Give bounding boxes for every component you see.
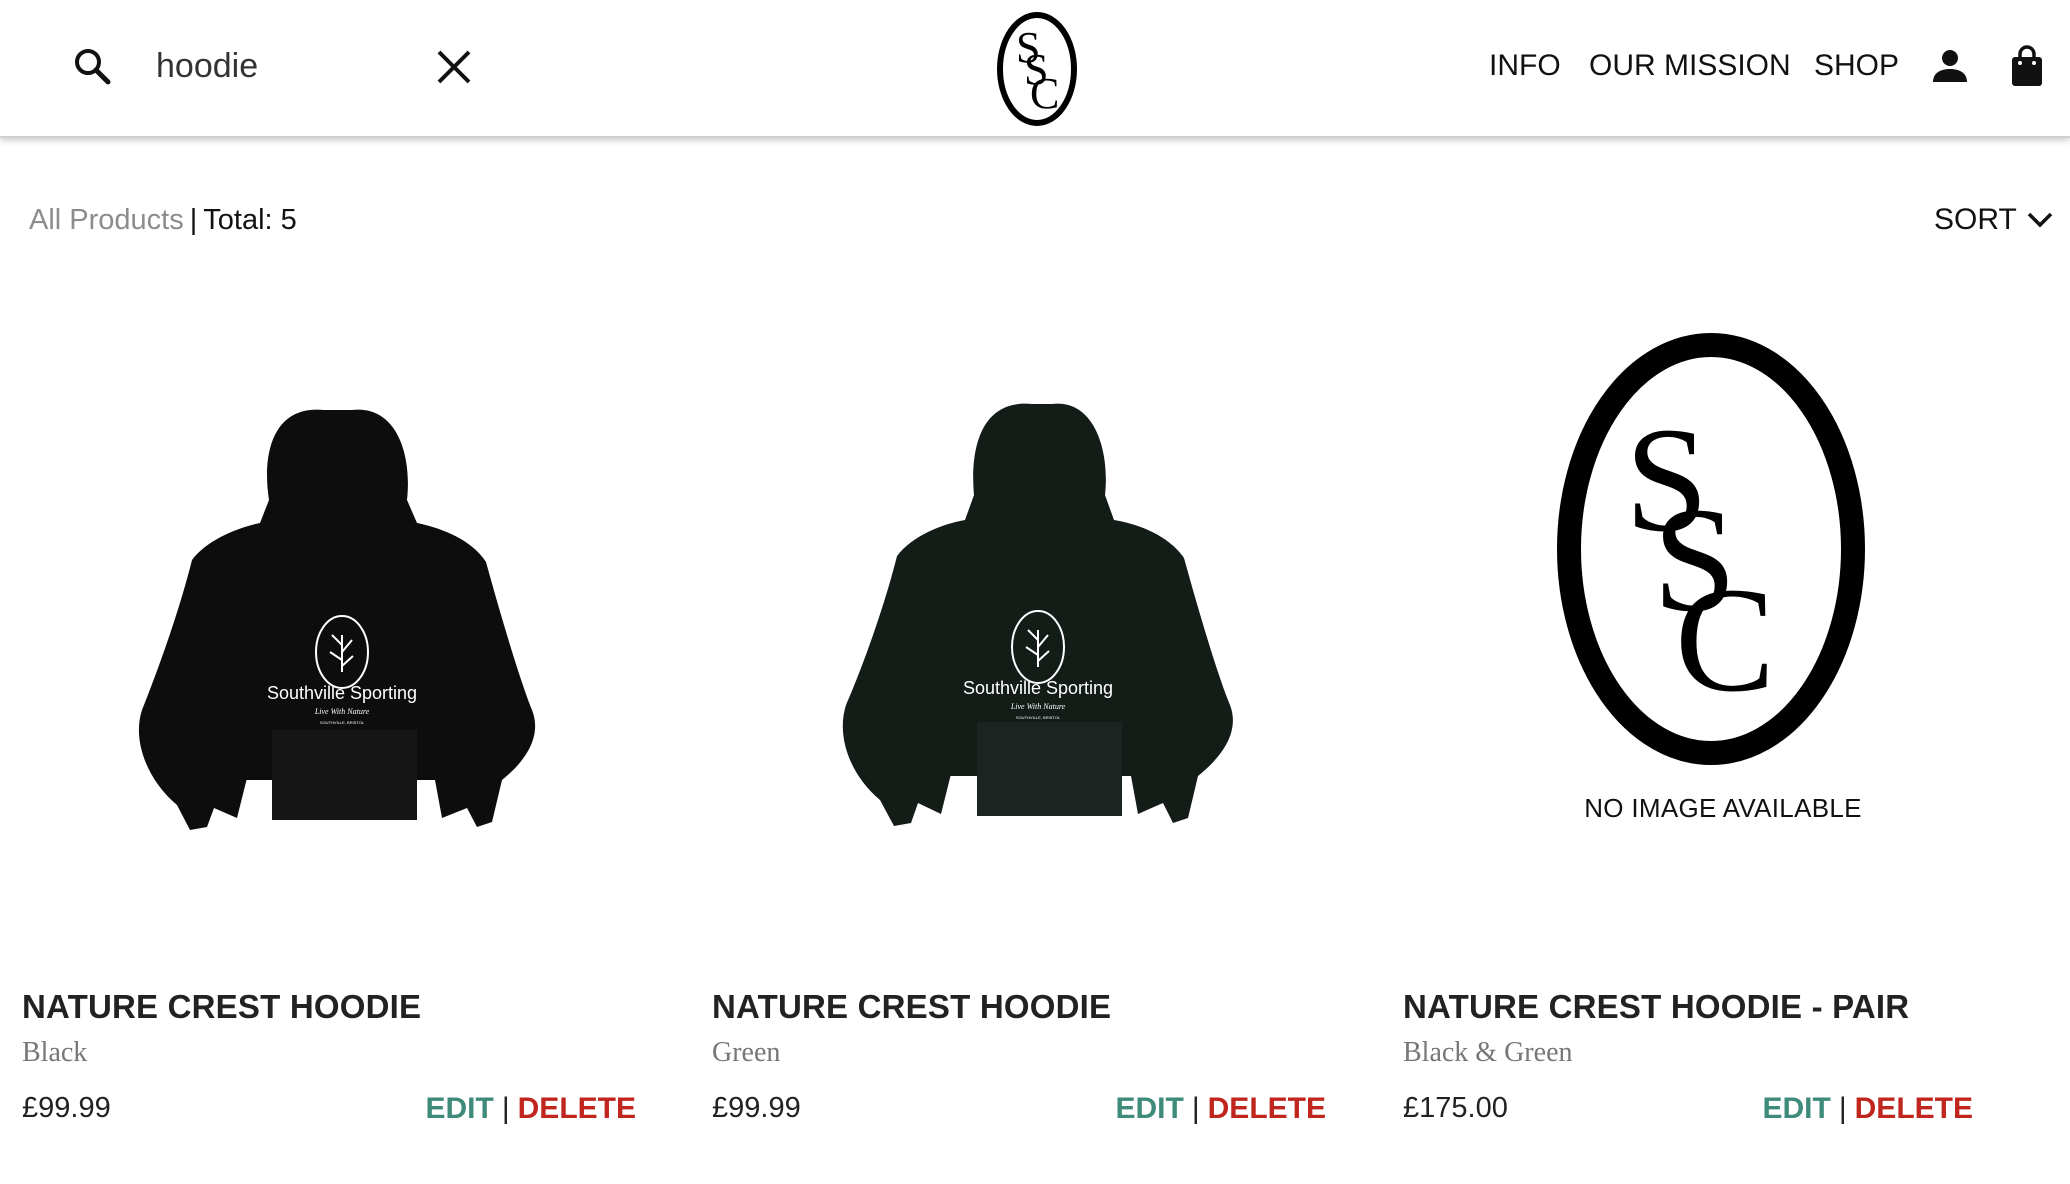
results-total: Total: 5 — [203, 204, 297, 236]
product-price: £175.00 — [1403, 1092, 1508, 1124]
nav-our-mission[interactable]: OUR MISSION — [1589, 44, 1791, 88]
product-card: Southville Sporting Live With Nature SOU… — [22, 300, 662, 1160]
product-actions: EDIT | DELETE — [1763, 1092, 1974, 1126]
product-price: £99.99 — [712, 1092, 801, 1124]
product-name[interactable]: NATURE CREST HOODIE — [712, 988, 1111, 1026]
print-brand: Southville Sporting — [963, 678, 1113, 698]
search-input[interactable]: hoodie — [156, 44, 258, 88]
product-actions: EDIT | DELETE — [426, 1092, 637, 1126]
product-image[interactable]: Southville Sporting Live With Nature SOU… — [712, 300, 1352, 920]
breadcrumb-all-products[interactable]: All Products — [29, 204, 184, 236]
close-icon[interactable] — [434, 47, 474, 87]
action-separator: | — [501, 1092, 510, 1125]
no-image-label: NO IMAGE AVAILABLE — [1584, 793, 1862, 823]
chevron-down-icon — [2027, 212, 2053, 228]
print-location: SOUTHVILLE, BRISTOL — [320, 720, 365, 725]
product-price: £99.99 — [22, 1092, 111, 1124]
product-color: Green — [712, 1037, 781, 1068]
nav-info[interactable]: INFO — [1489, 44, 1561, 88]
print-location: SOUTHVILLE, BRISTOL — [1016, 715, 1061, 720]
search-icon[interactable] — [72, 46, 112, 86]
action-separator: | — [1191, 1092, 1200, 1125]
breadcrumb-separator: | — [189, 204, 198, 236]
delete-button[interactable]: DELETE — [1855, 1092, 1973, 1125]
product-card: S S C NO IMAGE AVAILABLE NATURE CREST HO… — [1403, 300, 2043, 1160]
print-brand: Southville Sporting — [267, 683, 417, 703]
product-color: Black — [22, 1037, 88, 1068]
nav-shop[interactable]: SHOP — [1814, 44, 1899, 88]
edit-button[interactable]: EDIT — [426, 1092, 494, 1125]
sort-button[interactable]: SORT — [1934, 200, 2053, 240]
svg-text:C: C — [1675, 557, 1775, 723]
ssc-logo[interactable]: S S C — [994, 10, 1080, 128]
site-header: hoodie S S C INFO OUR MISSION SHOP — [0, 0, 2070, 138]
user-icon[interactable] — [1930, 46, 1970, 86]
breadcrumb: All Products | Total: 5 — [29, 200, 297, 240]
product-image-placeholder[interactable]: S S C — [1403, 300, 2043, 920]
print-tagline: Live With Nature — [1010, 702, 1066, 711]
delete-button[interactable]: DELETE — [1208, 1092, 1326, 1125]
product-card: Southville Sporting Live With Nature SOU… — [712, 300, 1352, 1160]
edit-button[interactable]: EDIT — [1116, 1092, 1184, 1125]
product-actions: EDIT | DELETE — [1116, 1092, 1327, 1126]
svg-text:C: C — [1030, 69, 1059, 118]
sort-label: SORT — [1934, 203, 2017, 236]
product-name[interactable]: NATURE CREST HOODIE - PAIR — [1403, 988, 1909, 1026]
print-tagline: Live With Nature — [314, 707, 370, 716]
action-separator: | — [1838, 1092, 1847, 1125]
product-image[interactable]: Southville Sporting Live With Nature SOU… — [22, 300, 662, 920]
delete-button[interactable]: DELETE — [518, 1092, 636, 1125]
product-name[interactable]: NATURE CREST HOODIE — [22, 988, 421, 1026]
edit-button[interactable]: EDIT — [1763, 1092, 1831, 1125]
shopping-bag-icon[interactable] — [2007, 44, 2047, 88]
product-color: Black & Green — [1403, 1037, 1573, 1068]
